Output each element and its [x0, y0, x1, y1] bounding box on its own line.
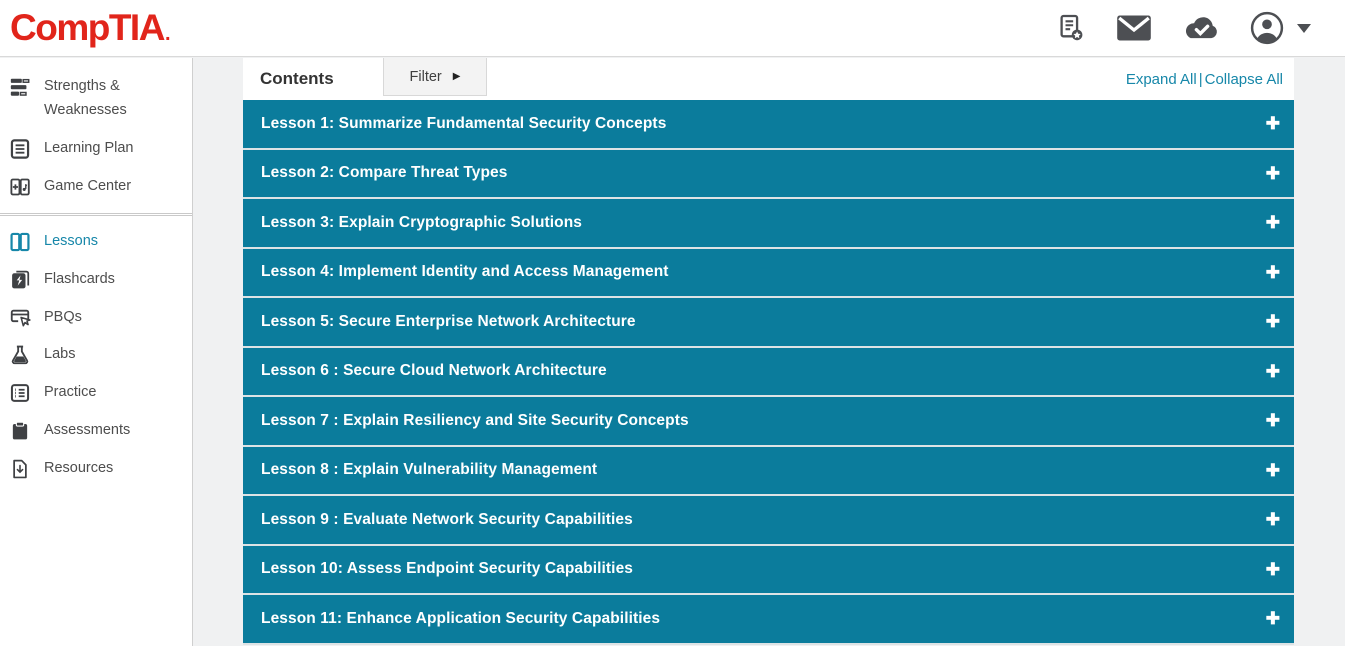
- expand-plus-icon[interactable]: ✚: [1266, 214, 1280, 231]
- lesson-title: Lesson 11: Enhance Application Security …: [261, 610, 660, 628]
- header-icon-group: [1057, 11, 1311, 45]
- lesson-accordion-list: Lesson 1: Summarize Fundamental Security…: [243, 100, 1294, 645]
- lesson-row[interactable]: Lesson 1: Summarize Fundamental Security…: [243, 100, 1294, 150]
- lesson-row[interactable]: Lesson 4: Implement Identity and Access …: [243, 249, 1294, 299]
- lesson-row[interactable]: Lesson 2: Compare Threat Types ✚: [243, 150, 1294, 200]
- expand-all-link[interactable]: Expand All: [1126, 71, 1197, 88]
- filter-button[interactable]: Filter ▶: [383, 58, 487, 96]
- expand-plus-icon[interactable]: ✚: [1266, 115, 1280, 132]
- filter-button-label: Filter: [410, 69, 442, 85]
- top-header: CompTIA .: [0, 0, 1345, 57]
- assessments-icon: [9, 420, 31, 442]
- lesson-title: Lesson 2: Compare Threat Types: [261, 164, 507, 182]
- lesson-title: Lesson 10: Assess Endpoint Security Capa…: [261, 560, 633, 578]
- sidebar-item-flashcards[interactable]: Flashcards: [0, 261, 192, 299]
- sidebar-item-game-center[interactable]: Game Center: [0, 168, 192, 206]
- lesson-title: Lesson 6 : Secure Cloud Network Architec…: [261, 362, 607, 380]
- lesson-row[interactable]: Lesson 8 : Explain Vulnerability Managem…: [243, 447, 1294, 497]
- lesson-title: Lesson 8 : Explain Vulnerability Managem…: [261, 461, 597, 479]
- sidebar-item-label: Game Center: [44, 175, 131, 199]
- lesson-title: Lesson 5: Secure Enterprise Network Arch…: [261, 313, 636, 331]
- score-report-icon[interactable]: [1057, 12, 1087, 44]
- page-title: Contents: [260, 69, 334, 89]
- expand-plus-icon[interactable]: ✚: [1266, 561, 1280, 578]
- sidebar-item-label: PBQs: [44, 306, 82, 330]
- filter-arrow-icon: ▶: [453, 71, 461, 82]
- lesson-row[interactable]: Lesson 3: Explain Cryptographic Solution…: [243, 199, 1294, 249]
- contents-panel: Contents Filter ▶ Expand All | Collapse …: [243, 58, 1294, 645]
- account-caret-down-icon[interactable]: [1297, 24, 1311, 33]
- sidebar-item-label: Labs: [44, 343, 75, 367]
- expand-plus-icon[interactable]: ✚: [1266, 462, 1280, 479]
- lesson-row[interactable]: Lesson 11: Enhance Application Security …: [243, 595, 1294, 645]
- sidebar-item-label: Lessons: [44, 230, 98, 254]
- expand-plus-icon[interactable]: ✚: [1266, 363, 1280, 380]
- lesson-title: Lesson 3: Explain Cryptographic Solution…: [261, 214, 582, 232]
- sidebar-item-label: Practice: [44, 381, 96, 405]
- expand-plus-icon[interactable]: ✚: [1266, 610, 1280, 627]
- expand-plus-icon[interactable]: ✚: [1266, 412, 1280, 429]
- labs-icon: [9, 344, 31, 366]
- sidebar-item-labs[interactable]: Labs: [0, 336, 192, 374]
- cloud-sync-icon[interactable]: [1181, 14, 1221, 42]
- learning-plan-icon: [9, 138, 31, 160]
- expand-plus-icon[interactable]: ✚: [1266, 313, 1280, 330]
- game-center-icon: [9, 176, 31, 198]
- sidebar-item-practice[interactable]: Practice: [0, 374, 192, 412]
- sidebar-item-label: Strengths & Weaknesses: [44, 75, 172, 123]
- lesson-row[interactable]: Lesson 10: Assess Endpoint Security Capa…: [243, 546, 1294, 596]
- lesson-title: Lesson 4: Implement Identity and Access …: [261, 263, 669, 281]
- logo-registered-mark: .: [165, 23, 171, 46]
- lessons-book-icon: [9, 231, 31, 253]
- link-separator: |: [1199, 71, 1203, 88]
- logo-text: CompTIA: [10, 7, 164, 49]
- messages-icon[interactable]: [1116, 14, 1152, 42]
- resources-icon: [9, 458, 31, 480]
- sidebar-item-assessments[interactable]: Assessments: [0, 412, 192, 450]
- practice-icon: [9, 382, 31, 404]
- sidebar-item-label: Learning Plan: [44, 137, 134, 161]
- expand-plus-icon[interactable]: ✚: [1266, 165, 1280, 182]
- lesson-row[interactable]: Lesson 5: Secure Enterprise Network Arch…: [243, 298, 1294, 348]
- sidebar-item-pbqs[interactable]: PBQs: [0, 299, 192, 337]
- sidebar-divider: [0, 213, 192, 216]
- lesson-title: Lesson 9 : Evaluate Network Security Cap…: [261, 511, 633, 529]
- sidebar: Strengths & Weaknesses Learning Plan Gam…: [0, 58, 193, 646]
- sidebar-item-strengths-weaknesses[interactable]: Strengths & Weaknesses: [0, 68, 192, 130]
- lesson-row[interactable]: Lesson 9 : Evaluate Network Security Cap…: [243, 496, 1294, 546]
- sidebar-item-label: Resources: [44, 457, 113, 481]
- lesson-row[interactable]: Lesson 7 : Explain Resiliency and Site S…: [243, 397, 1294, 447]
- sidebar-item-lessons[interactable]: Lessons: [0, 223, 192, 261]
- expand-collapse-links: Expand All | Collapse All: [1126, 71, 1283, 88]
- expand-plus-icon[interactable]: ✚: [1266, 264, 1280, 281]
- sidebar-item-label: Flashcards: [44, 268, 115, 292]
- sidebar-item-resources[interactable]: Resources: [0, 450, 192, 488]
- pbqs-icon: [9, 307, 31, 329]
- strengths-icon: [9, 76, 31, 98]
- lesson-row[interactable]: Lesson 6 : Secure Cloud Network Architec…: [243, 348, 1294, 398]
- collapse-all-link[interactable]: Collapse All: [1205, 71, 1283, 88]
- lesson-title: Lesson 1: Summarize Fundamental Security…: [261, 115, 666, 133]
- contents-header: Contents Filter ▶ Expand All | Collapse …: [243, 58, 1294, 100]
- lesson-title: Lesson 7 : Explain Resiliency and Site S…: [261, 412, 689, 430]
- sidebar-item-label: Assessments: [44, 419, 130, 443]
- expand-plus-icon[interactable]: ✚: [1266, 511, 1280, 528]
- comptia-logo[interactable]: CompTIA .: [10, 7, 171, 49]
- account-icon[interactable]: [1250, 11, 1284, 45]
- flashcards-icon: [9, 269, 31, 291]
- sidebar-item-learning-plan[interactable]: Learning Plan: [0, 130, 192, 168]
